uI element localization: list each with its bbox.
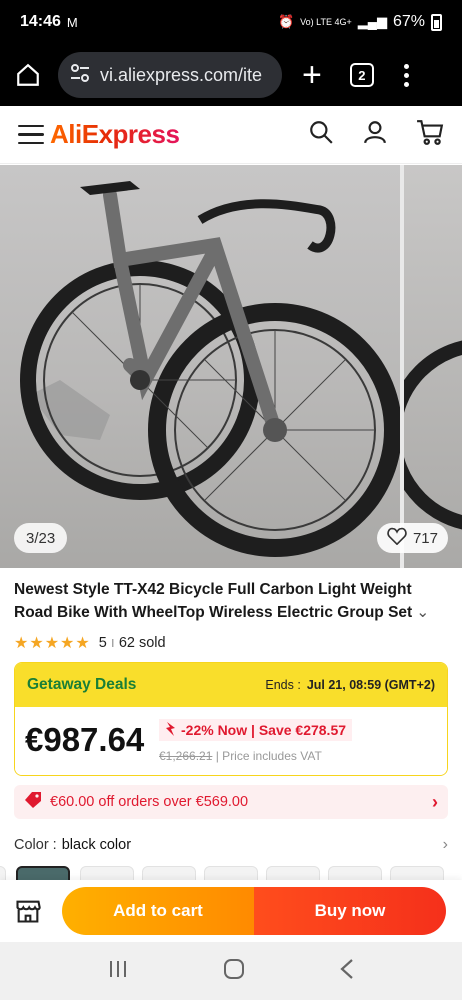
chevron-right-icon[interactable]: › <box>443 836 448 854</box>
deal-header: Getaway Deals Ends : Jul 21, 08:59 (GMT+2… <box>15 663 447 707</box>
buy-now-button[interactable]: Buy now <box>254 887 446 935</box>
signal-icon: ▂▄▆ <box>357 14 387 29</box>
account-icon[interactable] <box>362 119 388 150</box>
system-nav-bar <box>0 942 462 1000</box>
bicycle-image <box>20 181 402 557</box>
aliexpress-logo[interactable]: AliExpress <box>50 119 180 150</box>
sold-count: 62 sold <box>118 635 166 651</box>
deal-card: Getaway Deals Ends : Jul 21, 08:59 (GMT+2… <box>14 662 448 776</box>
price-block: €987.64 -22% Now | Save €278.57 €1,266.2… <box>15 707 447 775</box>
vat-note: | Price includes VAT <box>215 749 322 763</box>
discount-badge: -22% Now | Save €278.57 <box>159 719 353 741</box>
more-menu-icon[interactable] <box>403 63 409 87</box>
original-price: €1,266.21 | Price includes VAT <box>159 749 322 763</box>
wishlist-button[interactable]: 717 <box>376 523 448 553</box>
gmail-icon: M <box>66 14 78 30</box>
purchase-bar: Add to cart Buy now <box>0 880 462 942</box>
home-icon[interactable] <box>12 59 44 91</box>
product-gallery[interactable]: 3/23 717 <box>0 165 462 568</box>
coupon-text: €60.00 off orders over €569.00 <box>50 794 249 810</box>
star-rating-icon: ★★★★★ <box>14 635 91 652</box>
color-selector-row[interactable]: Color : black color › <box>14 836 448 854</box>
battery-percent: 67% <box>392 13 425 30</box>
likes-count: 717 <box>412 529 438 547</box>
cart-icon[interactable] <box>416 119 444 150</box>
url-bar[interactable]: vi.aliexpress.com/ite <box>58 52 282 98</box>
color-label: Color : <box>14 837 57 853</box>
current-price: €987.64 <box>25 721 145 758</box>
deal-name: Getaway Deals <box>27 676 137 693</box>
status-bar: 14:46 M ⏰ Vo) LTE 4G+ ▂▄▆ 67% <box>0 0 462 44</box>
rating-separator: ı <box>110 635 115 651</box>
back-icon[interactable] <box>339 958 355 985</box>
url-text: vi.aliexpress.com/ite <box>100 64 263 85</box>
app-header: AliExpress <box>0 106 462 164</box>
heart-icon <box>387 527 407 549</box>
search-icon[interactable] <box>308 119 334 150</box>
rating-row[interactable]: ★★★★★ 5 ı 62 sold <box>14 633 166 653</box>
home-button-icon[interactable] <box>223 958 245 985</box>
rating-value: 5 <box>98 635 107 651</box>
store-icon[interactable] <box>14 897 42 925</box>
chevron-down-icon[interactable]: ⌄ <box>416 604 429 621</box>
status-time: 14:46 <box>20 13 61 30</box>
browser-toolbar: vi.aliexpress.com/ite + 2 <box>0 44 462 106</box>
color-value: black color <box>61 837 132 853</box>
coupon-banner[interactable]: €60.00 off orders over €569.00 › <box>14 785 448 819</box>
image-counter: 3/23 <box>14 523 68 553</box>
deal-ends: Ends : Jul 21, 08:59 (GMT+2) <box>265 678 435 692</box>
chevron-right-icon[interactable]: › <box>432 792 438 813</box>
menu-icon[interactable] <box>18 124 44 145</box>
alarm-icon: ⏰ <box>277 14 295 29</box>
deal-ends-time: Jul 21, 08:59 (GMT+2) <box>306 678 435 692</box>
next-image-preview[interactable] <box>387 165 462 568</box>
tab-switcher-button[interactable]: 2 <box>349 63 374 87</box>
tag-arrow-icon <box>165 721 177 739</box>
new-tab-icon[interactable]: + <box>302 58 322 92</box>
add-to-cart-button[interactable]: Add to cart <box>62 887 254 935</box>
site-settings-icon[interactable] <box>70 63 90 87</box>
coupon-tag-icon <box>24 792 42 812</box>
recent-apps-icon[interactable] <box>107 959 129 984</box>
product-image[interactable] <box>0 165 402 568</box>
product-title[interactable]: Newest Style TT-X42 Bicycle Full Carbon … <box>14 578 444 624</box>
battery-icon <box>431 13 442 31</box>
network-label: Vo) LTE 4G+ <box>300 17 352 27</box>
